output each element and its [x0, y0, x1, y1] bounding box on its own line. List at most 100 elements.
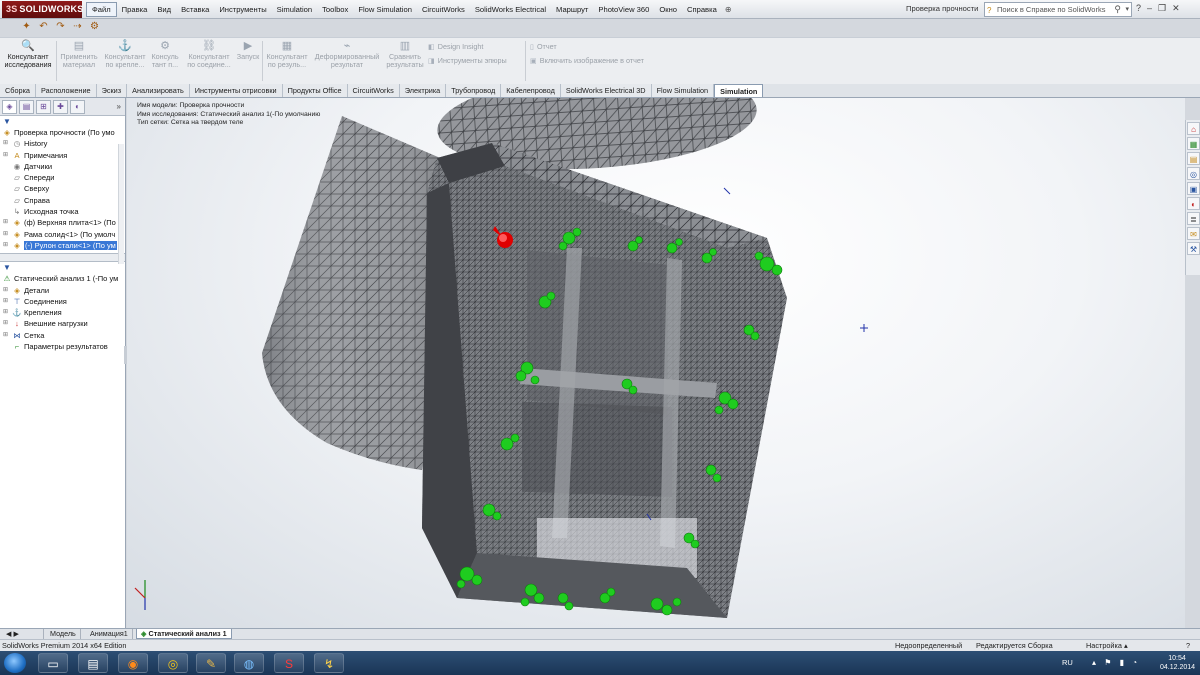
design-insight-button[interactable]: ◧ Design Insight [428, 42, 483, 51]
tree-item[interactable]: ⊞ ⋈ Сетка [0, 330, 125, 341]
menu-item-flow-simulation[interactable]: Flow Simulation [353, 2, 417, 17]
apply-material-button[interactable]: ▤ Применить материал [58, 40, 100, 69]
search-results-icon[interactable]: ◎ [1187, 167, 1200, 180]
study-advisor-button[interactable]: 🔍 Консультант исследования [4, 40, 52, 69]
notepad-taskbar-icon[interactable]: ▤ [78, 653, 108, 673]
pin-icon[interactable]: ⊕ [722, 2, 735, 17]
tree-item[interactable]: ⊞ ◈ Рама солид<1> (По умолч [0, 229, 125, 240]
minimize-view-icon[interactable]: – [1147, 98, 1151, 99]
tree-item[interactable]: ▱ Спереди [0, 172, 125, 183]
solidworks-resources-icon[interactable]: ⌂ [1187, 122, 1200, 135]
program-taskbar-icon[interactable]: ↯ [314, 653, 344, 673]
results-advisor-button[interactable]: ▦ Консультант по резуль... [264, 40, 310, 69]
tree-item[interactable]: ⊞ ⊤ Соединения [0, 296, 125, 307]
tab-sw-electrical-3d[interactable]: SolidWorks Electrical 3D [560, 84, 652, 97]
solidworks-taskbar-icon[interactable]: S [274, 653, 304, 673]
tab-office-products[interactable]: Продукты Office [282, 84, 348, 97]
filter-icon[interactable]: ▼ [0, 262, 125, 273]
tree-item-selected[interactable]: ⊞ ◈ (-) Рулон стали<1> (По ум [0, 240, 125, 251]
help-status-icon[interactable]: ? [1186, 640, 1190, 651]
close-view-icon[interactable]: ✕ [1172, 98, 1179, 99]
tab-conduit[interactable]: Кабелепровод [501, 84, 561, 97]
tab-model[interactable]: Модель [46, 629, 81, 639]
split-view-icon[interactable]: ⊟ [1119, 98, 1126, 99]
menu-item-edit[interactable]: Правка [117, 2, 153, 17]
tab-animation[interactable]: Анимация1 [86, 629, 133, 639]
tree-item[interactable]: ▱ Справа [0, 195, 125, 206]
language-indicator[interactable]: RU [1062, 658, 1073, 667]
configuration-manager-tab-icon[interactable]: ⊞ [36, 100, 51, 114]
file-explorer-icon[interactable]: ▤ [1187, 152, 1200, 165]
close-icon[interactable]: ✕ [1172, 3, 1180, 14]
toolbox-icon[interactable]: ⚒ [1187, 242, 1200, 255]
explorer-taskbar-icon[interactable]: ▭ [38, 653, 68, 673]
menu-item-tools[interactable]: Инструменты [214, 2, 271, 17]
chevron-down-icon[interactable]: ▾ [1125, 3, 1129, 16]
restore-icon[interactable]: ❐ [1158, 3, 1166, 14]
view-palette-icon[interactable]: ▣ [1187, 182, 1200, 195]
menu-item-photoview[interactable]: PhotoView 360 [593, 2, 654, 17]
help-menu-icon[interactable]: ? [1136, 3, 1141, 14]
chrome-taskbar-icon[interactable]: ◎ [158, 653, 188, 673]
tree-item[interactable]: ▱ Сверху [0, 183, 125, 194]
tree-item[interactable]: ⊞ ◷ History [0, 138, 125, 149]
start-button[interactable] [4, 653, 26, 673]
plot-tools-button[interactable]: ◨ Инструменты эпюры [428, 56, 507, 65]
tree-item[interactable]: ⊞ ◈ Детали [0, 285, 125, 296]
options-icon[interactable]: ⚙ [88, 20, 101, 33]
tab-electrical[interactable]: Электрика [399, 84, 447, 97]
tree-item[interactable]: ⌐ Параметры результатов [0, 341, 125, 352]
tab-sketch[interactable]: Эскиз [96, 84, 128, 97]
menu-item-toolbox[interactable]: Toolbox [317, 2, 353, 17]
app-taskbar-icon[interactable]: ◍ [234, 653, 264, 673]
include-image-button[interactable]: ▣ Включить изображение в отчет [530, 56, 644, 65]
report-button[interactable]: ▯ Отчет [530, 42, 557, 51]
feature-manager-tab-icon[interactable]: ◈ [2, 100, 17, 114]
scrollbar[interactable] [118, 144, 124, 264]
frame-assembly[interactable] [422, 143, 787, 618]
run-button[interactable]: ▶ Запуск [235, 40, 261, 61]
tree-item[interactable]: ◉ Датчики [0, 161, 125, 172]
connections-advisor-button[interactable]: ⚙ Консуль тант п... [148, 40, 182, 69]
tools-taskbar-icon[interactable]: ✎ [196, 653, 226, 673]
design-library-icon[interactable]: ▦ [1187, 137, 1200, 150]
help-search-input[interactable]: ? Поиск в Справке по SolidWorks ⚲ ▾ [984, 2, 1132, 17]
tree-item[interactable]: ↳ Исходная точка [0, 206, 125, 217]
minimize-icon[interactable]: – [1147, 3, 1152, 14]
tree-item[interactable]: ⊞ ◈ (ф) Верхняя плита<1> (По [0, 217, 125, 228]
menu-item-file[interactable]: Файл [86, 2, 117, 17]
connections-advisor2-button[interactable]: ⛓ Консультант по соедине... [184, 40, 234, 69]
menu-item-routing[interactable]: Маршрут [551, 2, 593, 17]
tile-icon[interactable]: ⊞ [1133, 98, 1140, 99]
menu-item-window[interactable]: Окно [654, 2, 682, 17]
tab-markup[interactable]: Инструменты отрисовки [189, 84, 283, 97]
menu-item-view[interactable]: Вид [152, 2, 176, 17]
menu-item-insert[interactable]: Вставка [176, 2, 214, 17]
panel-divider[interactable] [0, 253, 125, 263]
display-manager-tab-icon[interactable]: ◐ [70, 100, 85, 114]
tab-circuitworks[interactable]: CircuitWorks [347, 84, 400, 97]
mesh-model[interactable] [127, 98, 1185, 628]
deformed-result-button[interactable]: ⌁ Деформированный результат [311, 40, 383, 69]
rebuild-icon[interactable]: ✦ [20, 20, 33, 33]
forum-icon[interactable]: ✉ [1187, 227, 1200, 240]
solidworks-logo[interactable]: 3S SOLIDWORKS [2, 1, 83, 18]
tab-layout[interactable]: Расположение [35, 84, 97, 97]
clock[interactable]: 10:54 04.12.2014 [1160, 654, 1195, 672]
tree-root-assembly[interactable]: ◈ Проверка прочности (По умо [0, 127, 125, 138]
tab-assembly[interactable]: Сборка [0, 84, 36, 97]
firefox-taskbar-icon[interactable]: ◉ [118, 653, 148, 673]
more-tabs-icon[interactable]: » [117, 100, 123, 113]
tab-static-study[interactable]: ◈ Статический анализ 1 [136, 629, 232, 639]
fixtures-advisor-button[interactable]: ⚓ Консультант по крепле... [102, 40, 148, 69]
tree-item[interactable]: ⊞ ↓ Внешние нагрузки [0, 318, 125, 329]
tab-flow-simulation[interactable]: Flow Simulation [651, 84, 715, 97]
graphics-viewport[interactable]: Имя модели: Проверка прочности Имя иссле… [127, 98, 1185, 628]
tab-nav-arrows[interactable]: ◀ ▶ [2, 629, 44, 639]
tab-evaluate[interactable]: Анализировать [127, 84, 190, 97]
menu-item-sw-electrical[interactable]: SolidWorks Electrical [470, 2, 551, 17]
appearances-icon[interactable]: ◐ [1187, 197, 1200, 210]
property-manager-tab-icon[interactable]: ▤ [19, 100, 34, 114]
tree-item[interactable]: ⊞ ⚓ Крепления [0, 307, 125, 318]
dimxpert-tab-icon[interactable]: ✚ [53, 100, 68, 114]
